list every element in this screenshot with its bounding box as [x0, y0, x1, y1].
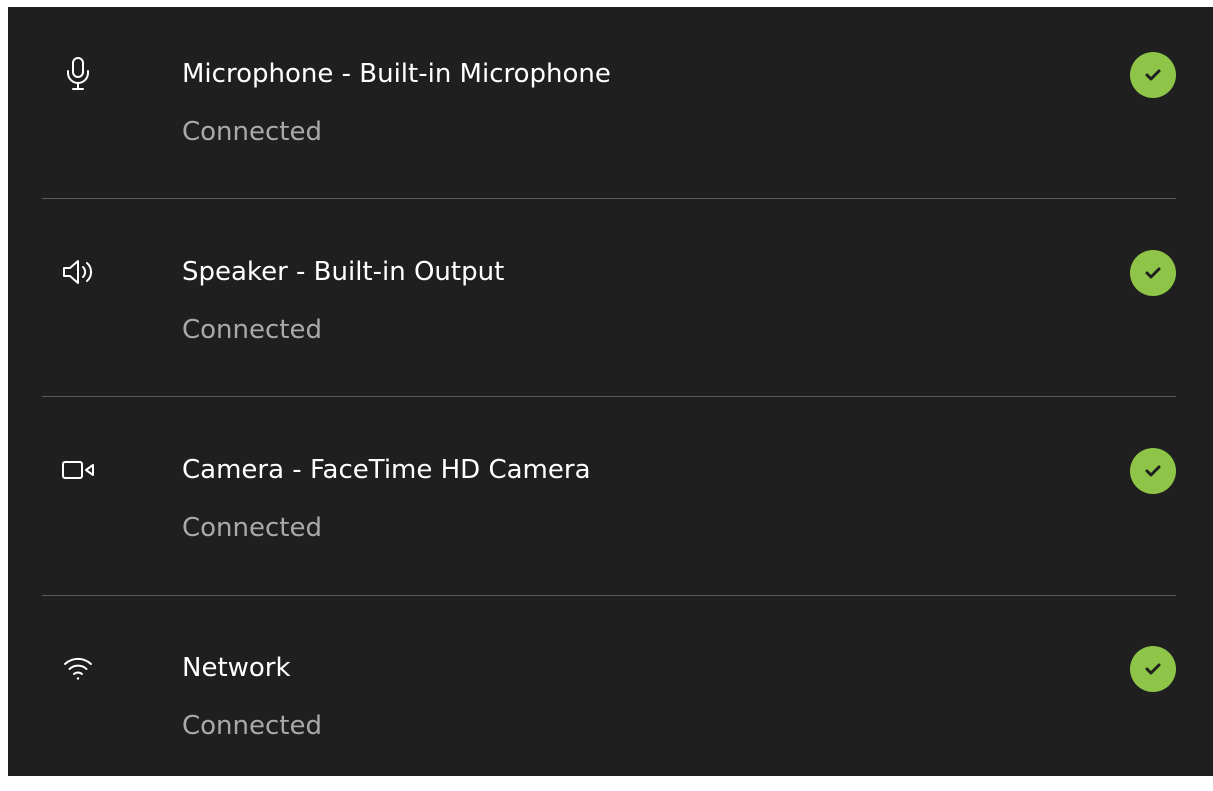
wifi-icon — [60, 650, 96, 686]
row-divider — [42, 396, 1176, 397]
device-title: Speaker - Built-in Output — [182, 257, 505, 287]
device-status: Connected — [182, 711, 323, 741]
check-circle-icon — [1130, 448, 1176, 494]
camera-icon — [60, 452, 96, 488]
row-divider — [42, 595, 1176, 596]
check-circle-icon — [1130, 646, 1176, 692]
device-title: Camera - FaceTime HD Camera — [182, 455, 591, 485]
device-row-camera: Camera - FaceTime HD Camera Connected — [8, 403, 1213, 593]
check-circle-icon — [1130, 250, 1176, 296]
device-status: Connected — [182, 513, 323, 543]
device-row-network: Network Connected — [8, 601, 1213, 791]
device-title: Microphone - Built-in Microphone — [182, 59, 611, 89]
device-row-microphone: Microphone - Built-in Microphone Connect… — [8, 7, 1213, 197]
row-divider — [42, 198, 1176, 199]
device-row-speaker: Speaker - Built-in Output Connected — [8, 205, 1213, 395]
check-circle-icon — [1130, 52, 1176, 98]
microphone-icon — [60, 56, 96, 92]
device-title: Network — [182, 653, 291, 683]
device-status: Connected — [182, 315, 323, 345]
device-status: Connected — [182, 117, 323, 147]
device-check-panel: Microphone - Built-in Microphone Connect… — [8, 7, 1213, 776]
speaker-icon — [60, 254, 96, 290]
